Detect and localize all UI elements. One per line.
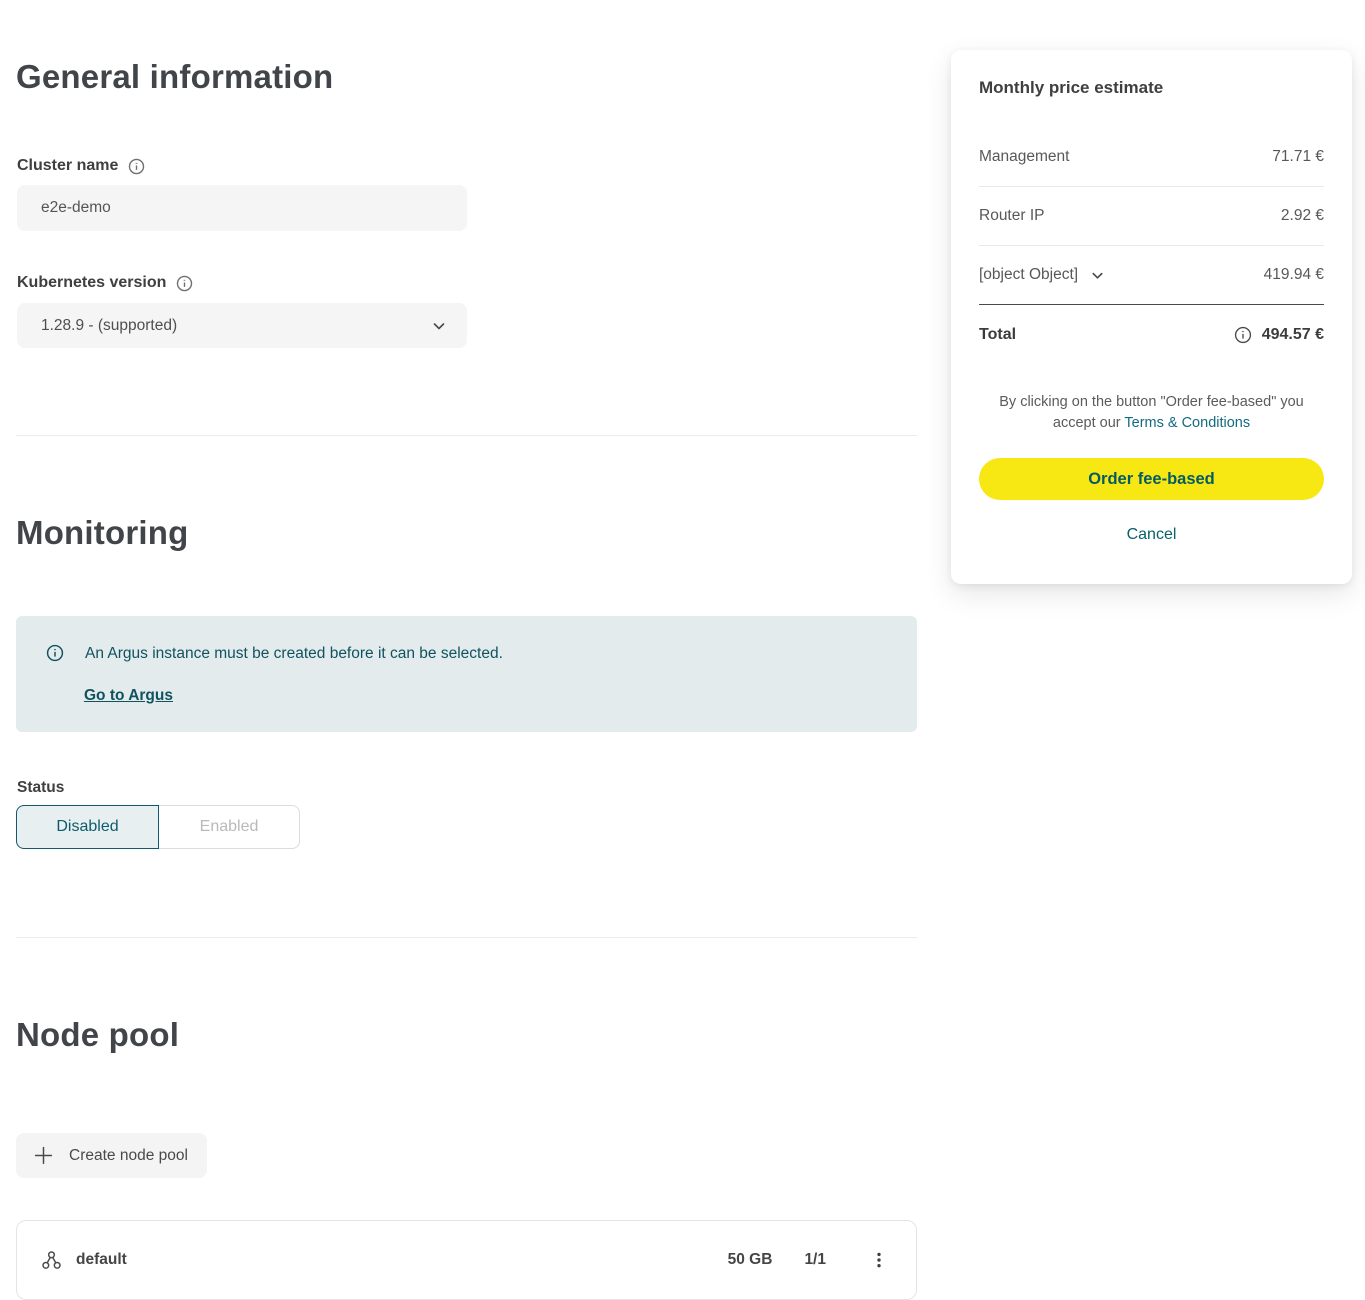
price-card-title: Monthly price estimate (979, 78, 1324, 98)
general-information-title: General information (16, 58, 333, 96)
plus-icon (34, 1146, 53, 1165)
monitoring-title: Monitoring (16, 514, 188, 552)
node-pool-menu-button[interactable] (866, 1247, 892, 1273)
price-row-object: [object Object] 419.94 € (979, 246, 1324, 305)
info-icon[interactable] (176, 275, 193, 292)
price-row-router-ip: Router IP 2.92 € (979, 187, 1324, 246)
create-node-pool-label: Create node pool (69, 1147, 188, 1165)
cancel-button[interactable]: Cancel (1127, 526, 1177, 544)
section-divider (16, 435, 917, 436)
cluster-name-input[interactable] (17, 185, 467, 231)
price-row-amount: 2.92 € (1281, 207, 1324, 225)
monthly-price-card: Monthly price estimate Management 71.71 … (951, 50, 1352, 584)
price-row-amount: 71.71 € (1272, 148, 1324, 166)
total-label: Total (979, 326, 1016, 344)
price-row-label: Router IP (979, 207, 1044, 225)
cluster-name-label-row: Cluster name (17, 157, 145, 175)
create-node-pool-button[interactable]: Create node pool (16, 1133, 207, 1178)
chevron-down-icon[interactable] (1090, 268, 1105, 283)
node-pool-icon (41, 1250, 62, 1271)
node-pool-count: 1/1 (804, 1251, 826, 1269)
price-row-label: [object Object] (979, 266, 1078, 284)
info-icon[interactable] (1234, 326, 1252, 344)
status-label: Status (17, 779, 64, 797)
price-row-label: Management (979, 148, 1069, 166)
kebab-icon (870, 1251, 888, 1269)
chevron-down-icon (431, 318, 447, 334)
kubernetes-version-select[interactable]: 1.28.9 - (supported) (17, 303, 467, 348)
argus-notice-text: An Argus instance must be created before… (85, 644, 503, 665)
order-fee-based-button[interactable]: Order fee-based (979, 458, 1324, 500)
terms-text: By clicking on the button "Order fee-bas… (997, 392, 1307, 434)
price-row-total: Total 494.57 € (979, 305, 1324, 364)
cluster-name-label: Cluster name (17, 157, 118, 175)
terms-and-conditions-link[interactable]: Terms & Conditions (1124, 415, 1250, 431)
status-option-enabled[interactable]: Enabled (159, 805, 300, 849)
node-pool-size: 50 GB (728, 1251, 773, 1269)
total-amount: 494.57 € (1262, 326, 1324, 344)
price-row-management: Management 71.71 € (979, 128, 1324, 187)
kubernetes-version-label-row: Kubernetes version (17, 274, 193, 292)
kubernetes-version-label: Kubernetes version (17, 274, 166, 292)
kubernetes-version-value: 1.28.9 - (supported) (41, 317, 177, 335)
info-icon (46, 644, 64, 662)
node-pool-title: Node pool (16, 1016, 179, 1054)
section-divider (16, 937, 917, 938)
status-option-disabled[interactable]: Disabled (16, 805, 159, 849)
price-row-amount: 419.94 € (1264, 266, 1324, 284)
info-icon[interactable] (128, 158, 145, 175)
argus-notice: An Argus instance must be created before… (16, 616, 917, 732)
status-toggle-group: Disabled Enabled (16, 805, 300, 849)
node-pool-name: default (76, 1251, 127, 1269)
go-to-argus-link[interactable]: Go to Argus (84, 687, 173, 705)
node-pool-row[interactable]: default 50 GB 1/1 (16, 1220, 917, 1300)
